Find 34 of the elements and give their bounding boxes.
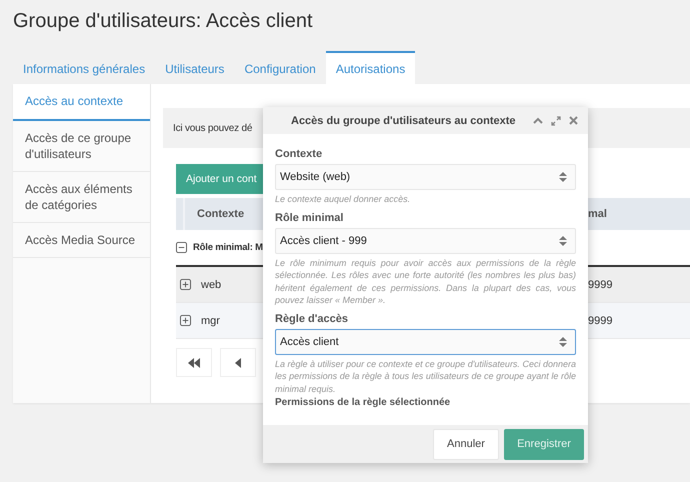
- column-header: mal: [588, 208, 608, 220]
- table-cell: mgr: [201, 314, 220, 326]
- field-label: Règle d'accès: [275, 312, 349, 324]
- select-arrows-icon: [559, 336, 567, 348]
- column-header: Contexte: [196, 208, 244, 220]
- table-cell-text: 9999: [588, 314, 614, 326]
- field-label: Contexte: [275, 148, 324, 160]
- table-cell: web: [201, 278, 222, 290]
- group-label: Rôle minimal: M: [193, 242, 263, 253]
- double-triangle-icon: [188, 358, 200, 368]
- page-title: Groupe d'utilisateurs: Accès client: [12, 9, 314, 34]
- help-text: Le contexte auquel donner accès.: [275, 193, 412, 206]
- dialog-title: Accès du groupe d'utilisateurs au contexte: [291, 114, 516, 126]
- first-page-button[interactable]: [176, 348, 212, 377]
- select-field[interactable]: Accès client - 999: [275, 228, 576, 254]
- select-field[interactable]: Accès client: [275, 328, 576, 354]
- collapse-icon[interactable]: [176, 242, 187, 253]
- help-text: La règle à utiliser pour ce contexte et ce groupe d'utilisateurs. Ceci donnera les permissions de la règle à tous les utilisateurs de ce groupe ayant le rôle minimal requis.: [275, 358, 576, 395]
- expand-icon[interactable]: [180, 279, 191, 290]
- info-text: Ici vous pouvez dé: [173, 122, 252, 134]
- triangle-icon: [235, 358, 241, 368]
- previous-page-button[interactable]: [220, 348, 256, 377]
- collapse-icon[interactable]: [533, 117, 543, 124]
- expand-icon[interactable]: [180, 315, 191, 326]
- field-label: Rôle minimal: [275, 212, 344, 224]
- select-arrows-icon: [559, 171, 567, 183]
- cancel-button[interactable]: Annuler: [433, 428, 499, 460]
- section-heading: Permissions de la règle sélectionnée: [275, 397, 452, 408]
- help-text: Le rôle minimum requis pour avoir accès aux permissions de la règle sélectionnée. Les rôles avec une forte autorité (les nombres les plus bas) héritent également de ces permissions. Dans la plupart des cas, vous pouvez laisser « Member ».: [275, 256, 576, 306]
- select-field[interactable]: Website (web): [275, 164, 576, 190]
- expand-icon[interactable]: [551, 116, 561, 126]
- table-cell-text: 9999: [588, 278, 614, 290]
- select-arrows-icon: [559, 234, 567, 246]
- close-icon[interactable]: [569, 116, 578, 125]
